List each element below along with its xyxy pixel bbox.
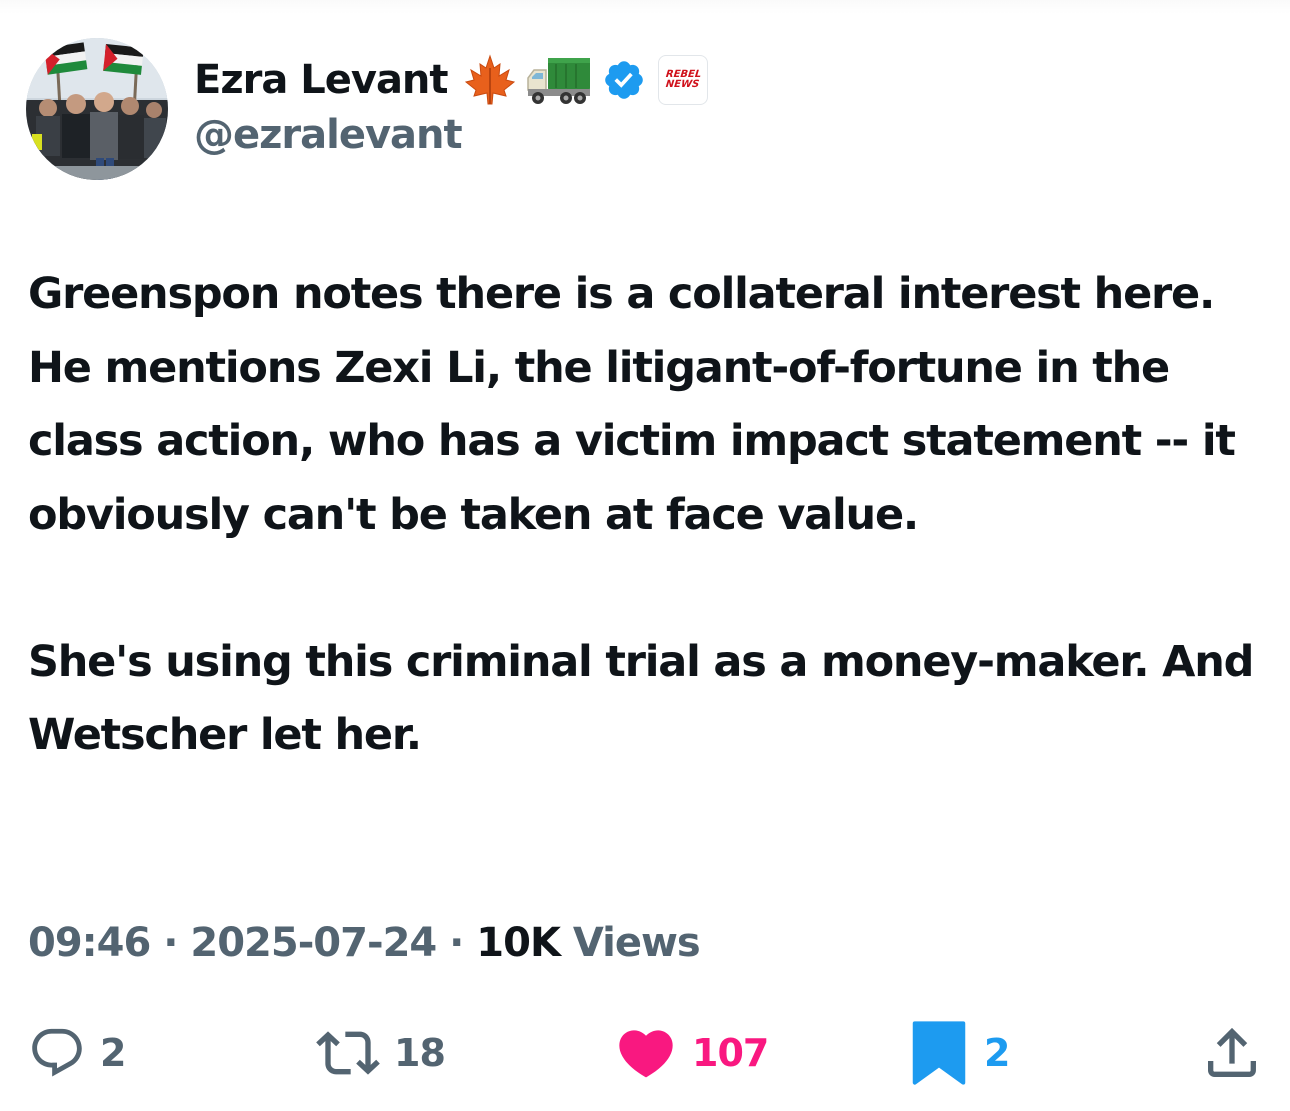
like-button[interactable]: 107 bbox=[614, 1018, 769, 1088]
separator: · bbox=[150, 920, 191, 966]
repost-button[interactable]: 18 bbox=[316, 1018, 446, 1088]
display-name[interactable]: Ezra Levant bbox=[194, 57, 449, 103]
reply-count: 2 bbox=[100, 1031, 126, 1075]
views-label: Views bbox=[559, 920, 701, 966]
author-handle[interactable]: @ezralevant bbox=[194, 112, 463, 158]
bookmark-icon bbox=[912, 1021, 966, 1085]
share-button[interactable] bbox=[1200, 1018, 1264, 1088]
bookmark-button[interactable]: 2 bbox=[908, 1018, 1010, 1088]
tweet-time[interactable]: 09:46 bbox=[28, 920, 151, 966]
tweet-meta: 09:46 · 2025-07-24 · 10K Views bbox=[28, 920, 701, 966]
reply-button[interactable]: 2 bbox=[28, 1018, 126, 1088]
separator: · bbox=[436, 920, 477, 966]
avatar-photo bbox=[26, 38, 168, 180]
share-icon bbox=[1208, 1027, 1256, 1077]
tweet-paragraph: She's using this criminal trial as a mon… bbox=[28, 636, 1254, 761]
rebel-news-affiliate-icon[interactable]: REBEL NEWS bbox=[657, 55, 708, 105]
maple-leaf-icon bbox=[464, 54, 515, 105]
tweet-actions: 2 18 107 2 bbox=[0, 1018, 1290, 1088]
author-name-row: Ezra Levant REBEL NEWS bbox=[194, 52, 708, 108]
bookmark-count: 2 bbox=[984, 1031, 1010, 1075]
truck-icon bbox=[526, 58, 590, 104]
repost-count: 18 bbox=[394, 1031, 446, 1075]
verified-badge-icon bbox=[604, 61, 643, 99]
repost-icon bbox=[316, 1031, 380, 1075]
tweet-paragraph: Greenspon notes there is a collateral in… bbox=[28, 269, 1236, 540]
like-count: 107 bbox=[692, 1031, 769, 1075]
affiliate-label: REBEL NEWS bbox=[664, 69, 702, 90]
top-edge bbox=[0, 0, 1290, 14]
views-count: 10K bbox=[476, 920, 561, 966]
avatar[interactable] bbox=[26, 38, 168, 180]
heart-icon bbox=[619, 1030, 673, 1078]
reply-icon bbox=[32, 1028, 82, 1077]
tweet-text: Greenspon notes there is a collateral in… bbox=[28, 258, 1264, 773]
tweet-date[interactable]: 2025-07-24 bbox=[190, 920, 437, 966]
